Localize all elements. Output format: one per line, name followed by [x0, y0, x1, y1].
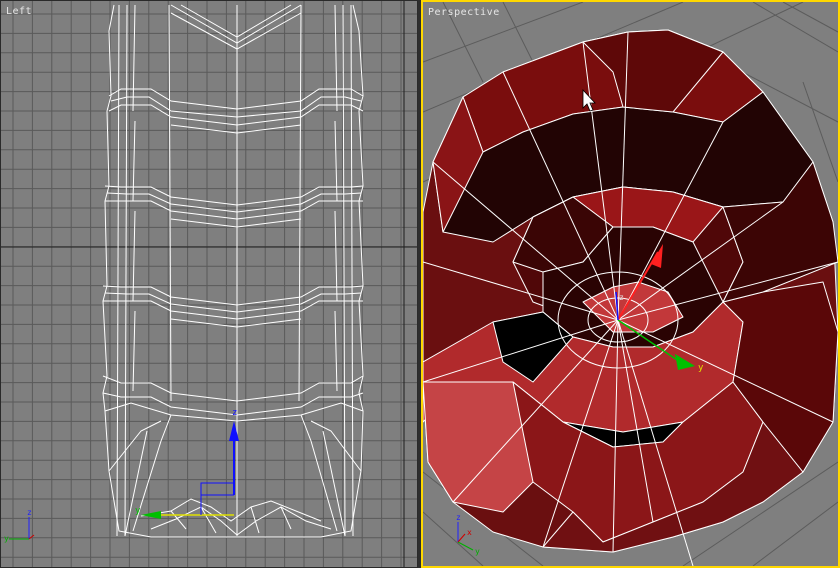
tripod-persp-y-label: y — [475, 547, 480, 556]
gizmo-z-label-persp: z — [619, 293, 624, 302]
viewport-label-left[interactable]: Left — [6, 6, 32, 17]
viewport-label-perspective[interactable]: Perspective — [428, 7, 500, 18]
left-viewport-canvas[interactable]: z y z y — [1, 1, 418, 568]
left-viewport[interactable]: z y z y Left — [0, 0, 418, 568]
transform-gizmo[interactable]: z y — [135, 408, 239, 519]
gizmo-y-arrow[interactable] — [141, 511, 161, 519]
perspective-viewport-canvas[interactable]: y z z y x — [423, 2, 838, 566]
tripod-y-label: y — [4, 534, 9, 543]
perspective-viewport[interactable]: y z z y x Perspective — [421, 0, 840, 568]
gizmo-z-label: z — [232, 408, 237, 418]
tripod-persp-x-label: x — [467, 528, 472, 537]
tripod-z-label: z — [27, 508, 32, 517]
gizmo-y-label-persp: y — [698, 363, 704, 373]
gizmo-y-label: y — [135, 506, 141, 516]
tripod-persp-z-label: z — [456, 513, 461, 522]
